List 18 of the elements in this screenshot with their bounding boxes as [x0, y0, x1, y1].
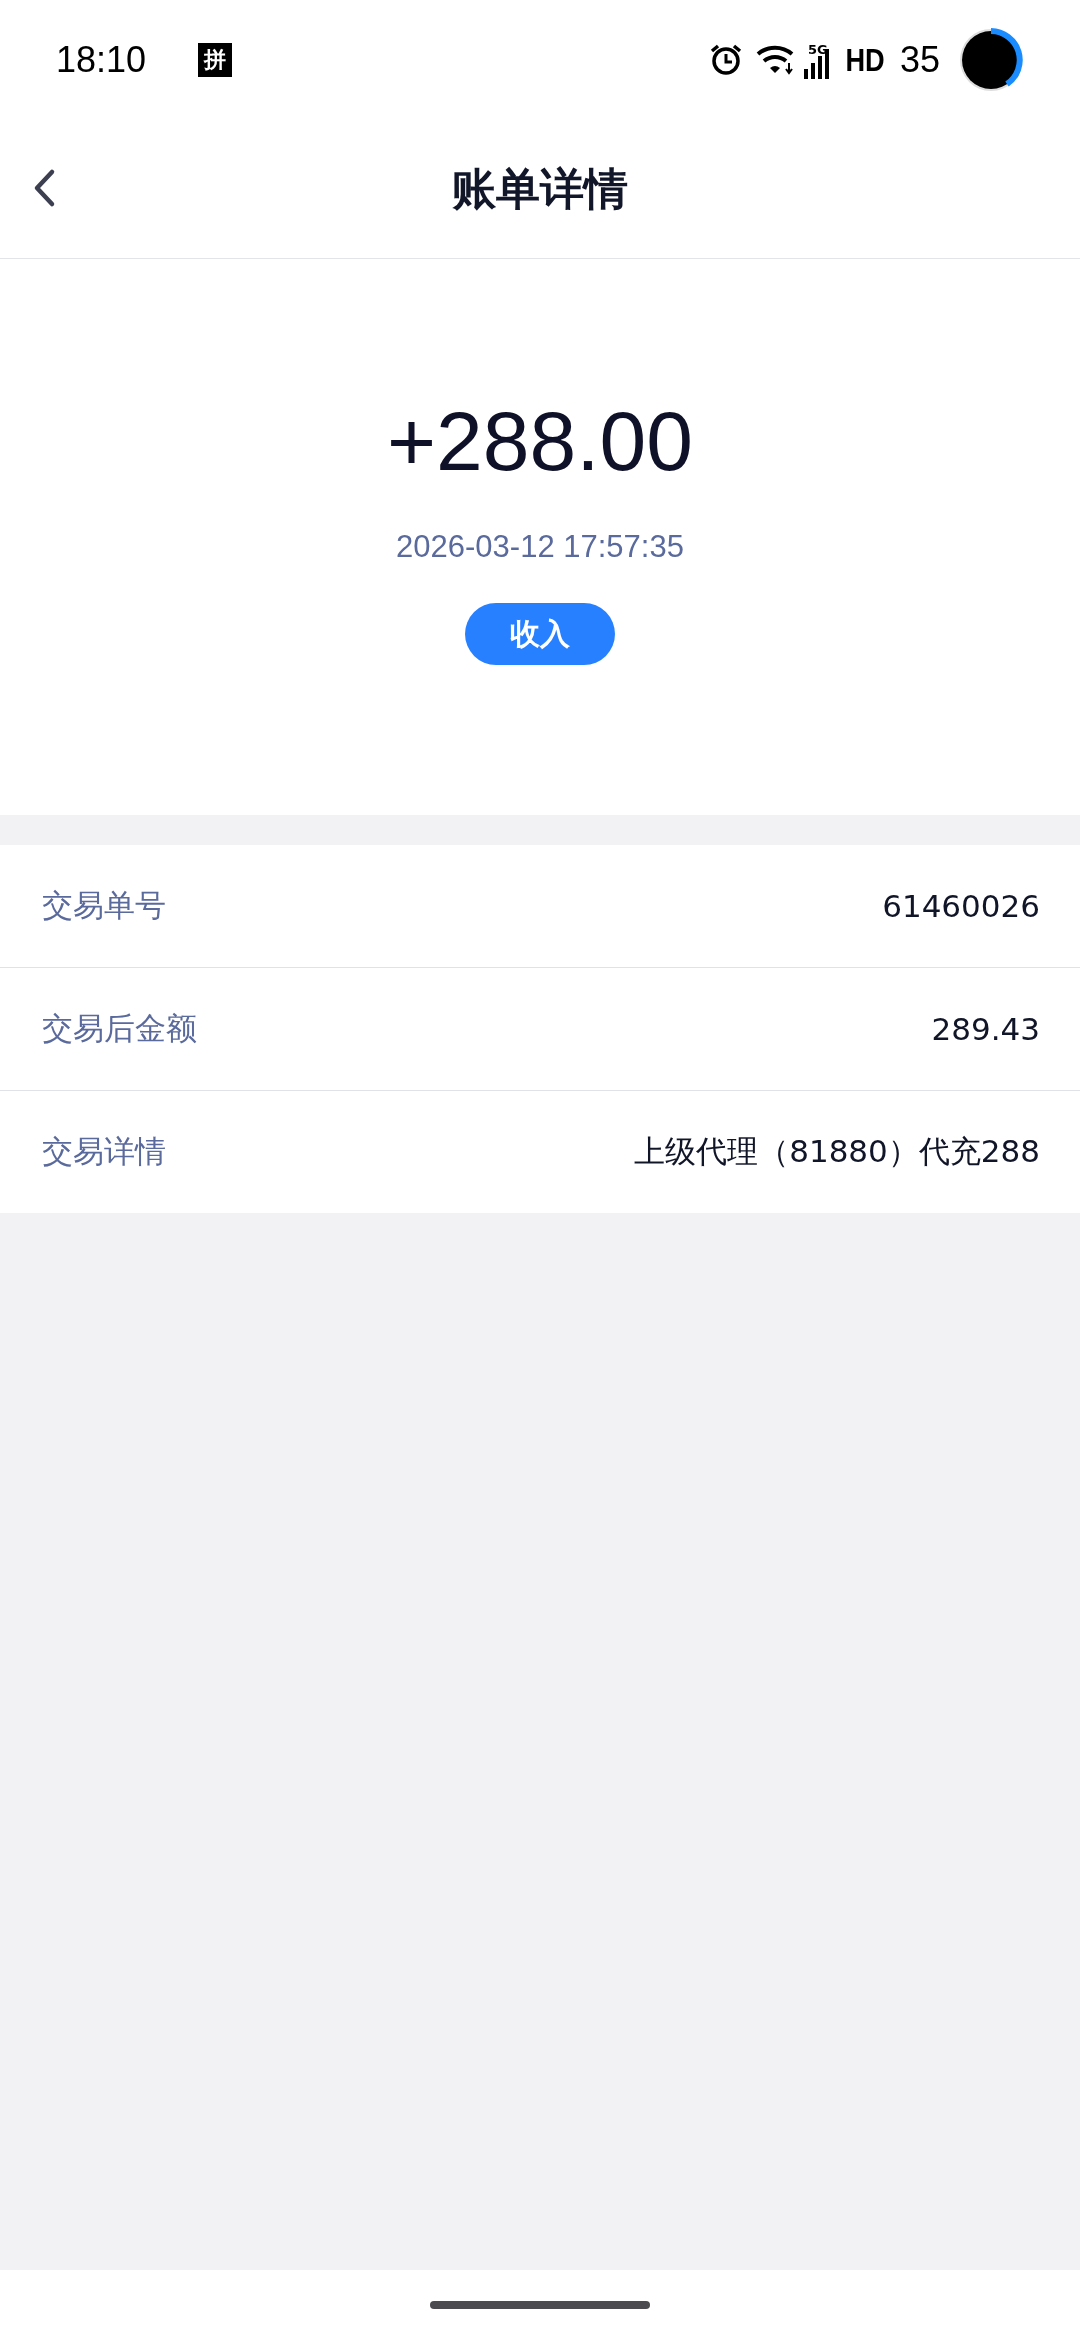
detail-value: 289.43: [931, 1011, 1040, 1047]
amount: +288.00: [387, 399, 693, 483]
wifi-icon: [756, 43, 796, 77]
battery-percent: 35: [899, 39, 940, 81]
signal-icon: [803, 47, 830, 79]
detail-value: 上级代理（81880）代充288: [634, 1132, 1040, 1171]
page-title: 账单详情: [452, 161, 628, 216]
battery-ring-icon: [958, 27, 1024, 93]
detail-label: 交易详情: [42, 1132, 166, 1171]
status-time: 18:10: [56, 39, 147, 81]
detail-value: 61460026: [882, 888, 1040, 924]
input-method-badge: 拼: [198, 43, 233, 77]
detail-label: 交易后金额: [42, 1009, 197, 1048]
type-badge: 收入: [465, 603, 615, 665]
transaction-datetime: 2026-03-12 17:57:35: [396, 529, 684, 565]
hd-indicator: HD: [845, 41, 885, 79]
alarm-icon: [708, 42, 744, 78]
detail-label: 交易单号: [42, 886, 166, 925]
